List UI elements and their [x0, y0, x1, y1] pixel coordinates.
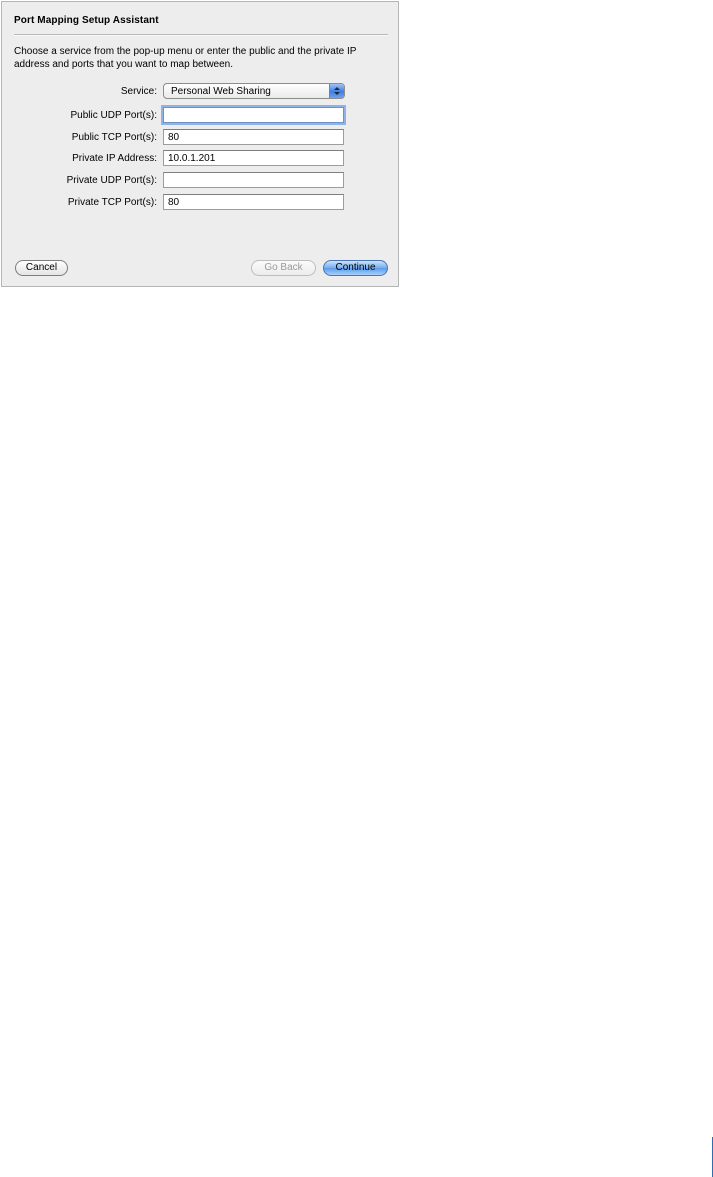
private-tcp-row: Private TCP Port(s): [2, 194, 398, 212]
public-tcp-field[interactable] [163, 129, 344, 145]
service-label: Service: [120, 86, 157, 97]
service-selected-value: Personal Web Sharing [171, 86, 271, 97]
popup-arrows-icon [329, 84, 344, 98]
public-udp-row: Public UDP Port(s): [2, 107, 398, 125]
arrow-down-icon [334, 92, 340, 95]
continue-button[interactable]: Continue [323, 260, 388, 276]
service-popup[interactable]: Personal Web Sharing [163, 83, 345, 99]
public-udp-label: Public UDP Port(s): [70, 110, 157, 121]
arrow-up-icon [334, 87, 340, 90]
private-tcp-label: Private TCP Port(s): [67, 197, 157, 208]
dialog-title: Port Mapping Setup Assistant [14, 15, 159, 26]
cancel-button[interactable]: Cancel [15, 260, 68, 276]
private-ip-label: Private IP Address: [72, 153, 157, 164]
title-divider [14, 34, 388, 36]
private-udp-field[interactable] [163, 172, 344, 188]
public-tcp-label: Public TCP Port(s): [71, 132, 157, 143]
private-udp-row: Private UDP Port(s): [2, 172, 398, 190]
service-row: Service: Personal Web Sharing [2, 83, 398, 101]
instructions-text: Choose a service from the pop-up menu or… [14, 46, 357, 70]
private-ip-row: Private IP Address: [2, 150, 398, 168]
public-udp-field[interactable] [163, 107, 344, 123]
public-tcp-row: Public TCP Port(s): [2, 129, 398, 147]
port-mapping-dialog: Port Mapping Setup Assistant Choose a se… [1, 1, 399, 287]
private-tcp-field[interactable] [163, 194, 344, 210]
go-back-button[interactable]: Go Back [251, 260, 316, 276]
private-udp-label: Private UDP Port(s): [66, 175, 157, 186]
private-ip-field[interactable] [163, 150, 344, 166]
